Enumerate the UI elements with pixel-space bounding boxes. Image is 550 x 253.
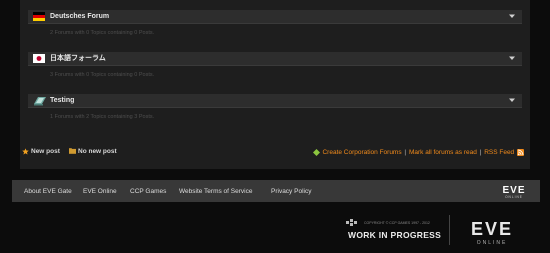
legend-no-new-post-label: No new post bbox=[78, 148, 117, 155]
footer-link-ccp-games[interactable]: CCP Games bbox=[130, 187, 166, 196]
folder-icon bbox=[69, 148, 76, 155]
star-icon bbox=[22, 148, 29, 155]
divider bbox=[449, 215, 450, 245]
forum-category: Testing 1 Forums with 2 Topics containin… bbox=[28, 94, 522, 120]
work-in-progress-logo: WORK IN PROGRESS bbox=[348, 230, 442, 240]
forum-title[interactable]: 日本語フォーラム bbox=[50, 53, 106, 64]
plus-diamond-icon bbox=[313, 148, 321, 156]
legend-no-new-post: No new post bbox=[69, 147, 117, 156]
germany-flag-icon bbox=[33, 12, 45, 21]
eve-logo-subtext: ONLINE bbox=[505, 195, 523, 199]
separator: | bbox=[479, 149, 482, 156]
eve-logo-large-subtext: ONLINE bbox=[477, 240, 508, 246]
japan-flag-icon bbox=[33, 54, 45, 63]
forum-header[interactable]: 日本語フォーラム bbox=[28, 52, 522, 66]
forum-header[interactable]: Deutsches Forum bbox=[28, 10, 522, 24]
ccp-logo-icon bbox=[346, 219, 357, 226]
footer-nav: About EVE Gate EVE Online CCP Games Webs… bbox=[12, 180, 540, 202]
chevron-down-icon[interactable] bbox=[508, 96, 516, 104]
forum-title[interactable]: Deutsches Forum bbox=[50, 11, 109, 22]
forum-stats: 1 Forums with 2 Topics containing 3 Post… bbox=[50, 114, 155, 120]
footer-link-eve-online[interactable]: EVE Online bbox=[83, 187, 117, 196]
eve-online-logo[interactable]: EVE ONLINE bbox=[498, 183, 530, 199]
chevron-down-icon[interactable] bbox=[508, 54, 516, 62]
legend-new-post-label: New post bbox=[31, 148, 60, 155]
testing-icon bbox=[34, 97, 46, 106]
chevron-down-icon[interactable] bbox=[508, 12, 516, 20]
forum-list-panel: Deutsches Forum 2 Forums with 0 Topics c… bbox=[20, 0, 530, 169]
rss-feed-link[interactable]: RSS Feed bbox=[484, 149, 514, 156]
forum-category: Deutsches Forum 2 Forums with 0 Topics c… bbox=[28, 10, 522, 36]
rss-icon[interactable] bbox=[517, 148, 524, 156]
forum-actions: Create Corporation Forums | Mark all for… bbox=[313, 148, 526, 157]
separator: | bbox=[404, 149, 407, 156]
footer-link-privacy[interactable]: Privacy Policy bbox=[271, 187, 311, 196]
forum-header[interactable]: Testing bbox=[28, 94, 522, 108]
forum-stats: 3 Forums with 0 Topics containing 0 Post… bbox=[50, 72, 155, 78]
mark-all-read-link[interactable]: Mark all forums as read bbox=[409, 149, 477, 156]
footer-link-about-eve-gate[interactable]: About EVE Gate bbox=[24, 187, 72, 196]
create-corporation-forums-link[interactable]: Create Corporation Forums bbox=[322, 149, 401, 156]
eve-online-logo-large[interactable]: EVE ONLINE bbox=[462, 216, 522, 248]
forum-stats: 2 Forums with 0 Topics containing 0 Post… bbox=[50, 30, 155, 36]
copyright-text: COPYRIGHT © CCP GAMES 1997 - 2012 bbox=[364, 221, 430, 225]
forum-title[interactable]: Testing bbox=[50, 95, 74, 106]
legend-new-post: New post bbox=[22, 147, 60, 156]
footer-link-terms[interactable]: Website Terms of Service bbox=[179, 187, 252, 196]
eve-logo-large-text: EVE bbox=[471, 219, 513, 239]
forum-category: 日本語フォーラム 3 Forums with 0 Topics containi… bbox=[28, 52, 522, 78]
